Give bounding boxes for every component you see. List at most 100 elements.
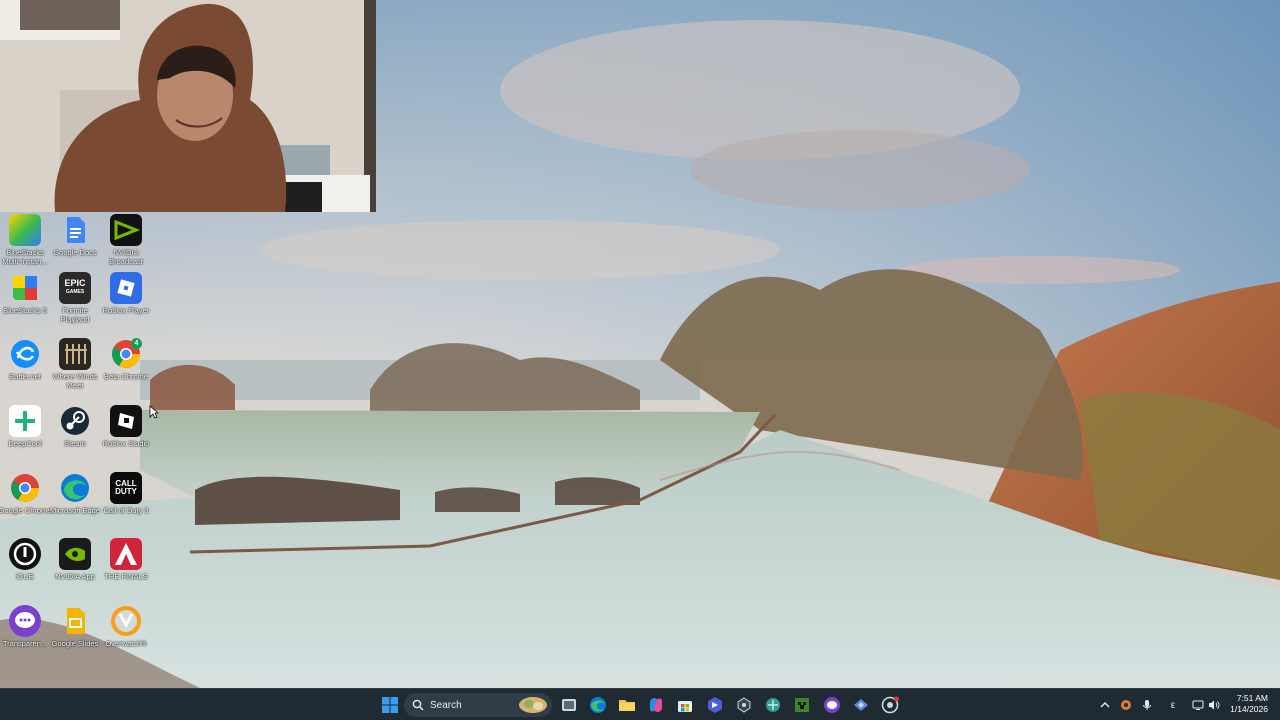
desktop-icon-label: Google Docs <box>53 248 97 257</box>
desktop-icon-label: Google Slides <box>51 639 99 648</box>
clock-date: 1/14/2026 <box>1230 704 1268 714</box>
network-icon <box>1192 700 1204 710</box>
desktop-icon-roblox-player[interactable]: Roblox Player <box>101 272 151 334</box>
notification-badge: 4 <box>131 338 142 349</box>
desktop-icon-deepcool[interactable]: DeepCool <box>0 405 50 467</box>
microsoft-edge-icon <box>590 697 606 713</box>
bluestacks-multi-icon <box>9 214 41 246</box>
steam-icon <box>59 405 91 437</box>
chevron-up-icon <box>1100 702 1110 708</box>
desktop-icon-label: Steam <box>64 439 86 448</box>
show-hidden-icons-button[interactable] <box>1098 698 1112 712</box>
app-icon-a <box>708 697 722 713</box>
taskbar-app-4[interactable] <box>762 694 784 716</box>
desktop-icon-chrome-beta[interactable]: 4 Beta Chrome <box>101 338 151 400</box>
desktop-icon-roblox-studio[interactable]: Roblox Studio <box>101 405 151 467</box>
battlenet-icon <box>9 338 41 370</box>
epic-games-icon: EPIC GAMES <box>59 272 91 304</box>
desktop-icon-label: iCUE <box>16 572 34 581</box>
desktop-icon-nvidia-app[interactable]: NVIDIA App <box>50 538 100 600</box>
desktop-icon-steam[interactable]: Steam <box>50 405 100 467</box>
desktop-icon-label: Where Winds Meet <box>52 372 98 390</box>
mouse-cursor-icon <box>149 405 159 419</box>
taskbar-file-explorer[interactable] <box>616 694 638 716</box>
roblox-studio-icon <box>110 405 142 437</box>
desktop-icon-transparent[interactable]: Transparen... <box>0 605 50 667</box>
app-icon-e <box>854 699 868 711</box>
task-view-icon <box>562 699 576 711</box>
microsoft-store-icon <box>678 701 692 712</box>
start-button[interactable] <box>379 694 401 716</box>
desktop-icon-label: NVIDIA App <box>55 572 95 581</box>
desktop-icon-the-finals[interactable]: THE FINALS <box>101 538 151 600</box>
google-chrome-icon <box>9 472 41 504</box>
app-icon-c <box>766 698 780 712</box>
chrome-taskbar-icon <box>881 696 899 714</box>
desktop-icon-call-of-duty[interactable]: CALL DUTY Call of Duty 3 <box>101 472 151 534</box>
tray-app-icon[interactable] <box>1119 698 1133 712</box>
copilot-icon <box>649 698 663 712</box>
desktop-icon-google-chrome[interactable]: Google Chrome <box>0 472 52 534</box>
where-winds-meet-icon <box>59 338 91 370</box>
desktop-icon-battlenet[interactable]: Battle.net <box>0 338 50 400</box>
taskbar-app-5[interactable] <box>821 694 843 716</box>
desktop-icon-label: Transparen... <box>2 639 48 648</box>
search-placeholder: Search <box>430 699 462 711</box>
desktop-icon-label: Roblox Player <box>102 306 150 315</box>
search-highlight-icon <box>519 697 547 713</box>
taskbar-minecraft[interactable] <box>791 694 813 716</box>
desktop-icon-label: Overwatch® <box>105 639 147 648</box>
desktop-icon-google-slides[interactable]: Google Slides <box>50 605 100 667</box>
desktop-icon-label: Roblox Studio <box>102 439 150 448</box>
tray-app-icon <box>1121 700 1131 710</box>
app-icon-b <box>737 697 751 713</box>
taskbar-app-6[interactable] <box>850 694 872 716</box>
desktop-icon-label: BlueStacks Multi-Instan... <box>2 248 48 266</box>
icue-icon <box>9 538 41 570</box>
transparent-app-icon <box>9 605 41 637</box>
taskbar-app-3[interactable] <box>733 694 755 716</box>
nvidia-app-icon <box>59 538 91 570</box>
taskbar-chrome[interactable] <box>879 694 901 716</box>
roblox-player-icon <box>110 272 142 304</box>
desktop-icon-fortnite-playland[interactable]: EPIC GAMES Fortnite Playland <box>50 272 100 334</box>
epic-tile-text: EPIC <box>64 278 86 288</box>
deepcool-icon <box>9 405 41 437</box>
google-slides-icon <box>59 605 91 637</box>
taskbar-store[interactable] <box>674 694 696 716</box>
nvidia-broadcast-icon <box>110 214 142 246</box>
taskbar-app-2[interactable] <box>704 694 726 716</box>
desktop-icon-label: Battle.net <box>9 372 41 381</box>
webcam-overlay <box>0 0 376 212</box>
search-icon <box>412 699 424 711</box>
desktop-icon-bluestacks-5[interactable]: BlueStacks 5 <box>0 272 50 334</box>
taskbar-search-box[interactable]: Search <box>404 693 552 717</box>
microphone-icon <box>1143 700 1151 710</box>
desktop-icon-label: Call of Duty 3 <box>103 506 149 515</box>
language-indicator[interactable]: ε <box>1166 698 1180 712</box>
desktop-icon-where-winds-meet[interactable]: Where Winds Meet <box>50 338 100 400</box>
microsoft-edge-icon <box>59 472 91 504</box>
desktop-icon-overwatch[interactable]: Overwatch® <box>101 605 151 667</box>
file-explorer-icon <box>619 700 635 711</box>
desktop-icon-icue[interactable]: iCUE <box>0 538 50 600</box>
taskbar-edge[interactable] <box>587 694 609 716</box>
desktop-icon-label: Google Chrome <box>0 506 52 515</box>
desktop-icon-microsoft-edge[interactable]: Microsoft Edge <box>50 472 100 534</box>
desktop-icon-label: Beta Chrome <box>103 372 149 381</box>
taskbar-app-1[interactable] <box>558 694 580 716</box>
the-finals-icon <box>110 538 142 570</box>
desktop-icon-nvidia-broadcast[interactable]: NVIDIA Broadcast <box>101 214 151 276</box>
chrome-beta-icon: 4 <box>110 338 142 370</box>
epic-tile-subtext: GAMES <box>65 289 85 295</box>
desktop-icon-bluestacks-multi[interactable]: BlueStacks Multi-Instan... <box>0 214 50 276</box>
network-button[interactable] <box>1191 698 1205 712</box>
desktop-icon-label: THE FINALS <box>104 572 148 581</box>
desktop-icon-label: Fortnite Playland <box>60 306 90 324</box>
system-clock[interactable]: 7:51 AM 1/14/2026 <box>1208 693 1268 715</box>
microphone-button[interactable] <box>1140 698 1154 712</box>
taskbar-copilot[interactable] <box>645 694 667 716</box>
desktop-icon-google-docs[interactable]: Google Docs <box>50 214 100 276</box>
desktop-icon-label: DeepCool <box>8 439 42 448</box>
call-of-duty-icon: CALL DUTY <box>110 472 142 504</box>
